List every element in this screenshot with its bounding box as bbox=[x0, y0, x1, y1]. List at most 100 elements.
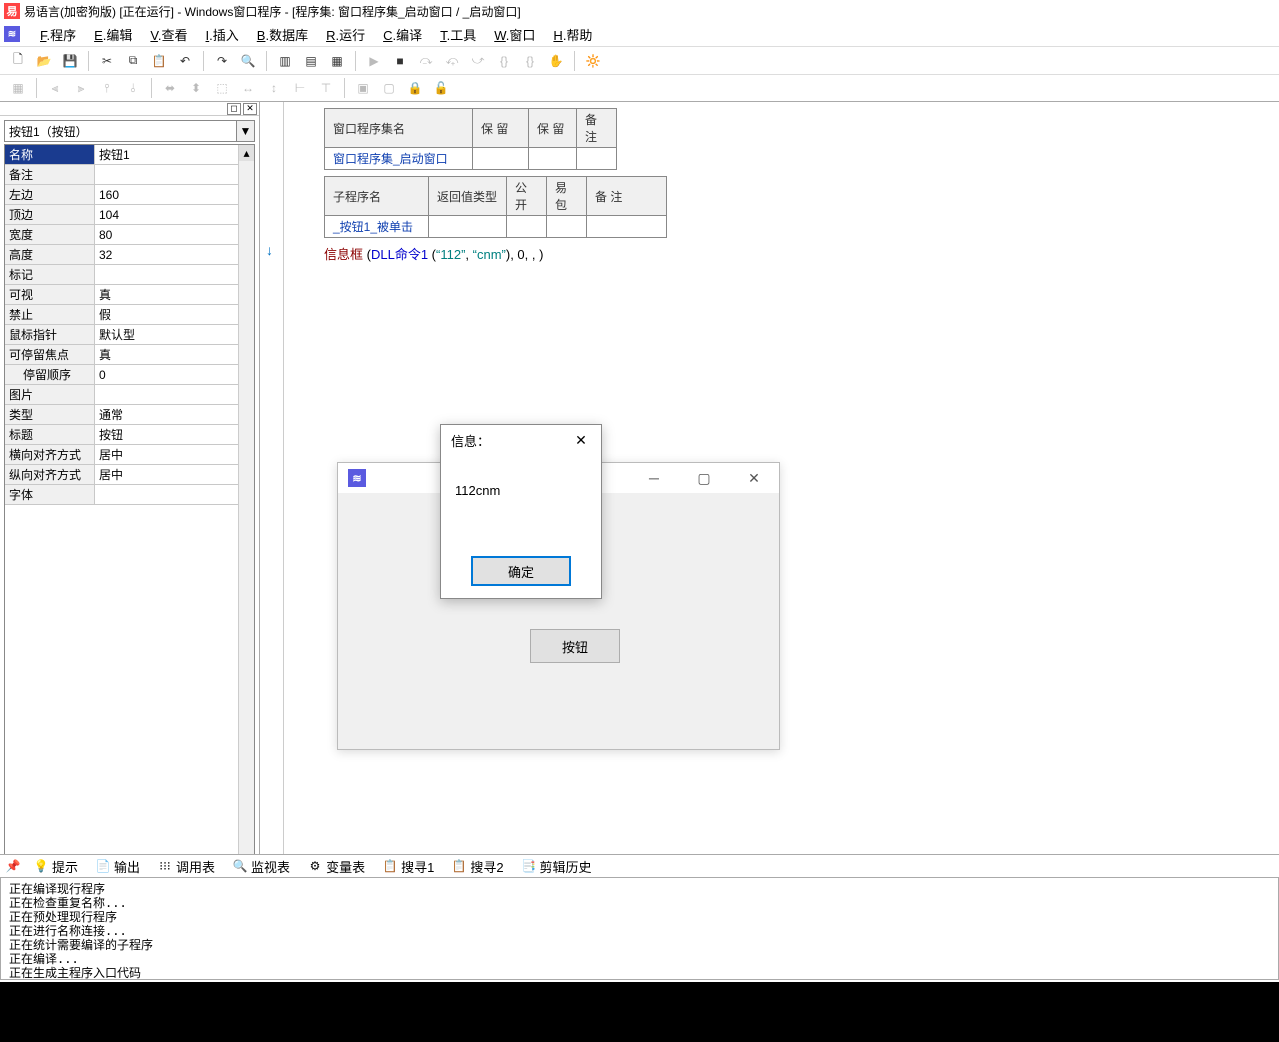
output-log[interactable]: 正在编译现行程序 正在检查重复名称... 正在预处理现行程序 正在进行名称连接.… bbox=[0, 878, 1279, 980]
messagebox-titlebar[interactable]: 信息： ✕ bbox=[441, 425, 601, 455]
copy-icon[interactable]: ⧉ bbox=[121, 50, 145, 72]
property-value[interactable]: 默认型 bbox=[95, 325, 254, 344]
property-value[interactable]: 按钮1 bbox=[95, 145, 254, 164]
td-reserve2[interactable] bbox=[529, 148, 577, 170]
property-value[interactable] bbox=[95, 385, 254, 404]
property-name[interactable]: 可停留焦点 bbox=[5, 345, 95, 364]
property-row[interactable]: 标题按钮 bbox=[5, 425, 254, 445]
dropdown-arrow-icon[interactable]: ▼ bbox=[236, 121, 254, 141]
menu-insert[interactable]: I.插入 bbox=[198, 23, 247, 46]
code-line[interactable]: 信息框 (DLL命令1 (“112”, “cnm”), 0, , ) bbox=[324, 244, 1239, 263]
property-row[interactable]: 鼠标指针默认型 bbox=[5, 325, 254, 345]
hand-icon[interactable]: ✋ bbox=[544, 50, 568, 72]
property-row[interactable]: 左边160 bbox=[5, 185, 254, 205]
property-name[interactable]: 名称 bbox=[5, 145, 95, 164]
property-name[interactable]: 横向对齐方式 bbox=[5, 445, 95, 464]
outtab-find1[interactable]: 📋搜寻1 bbox=[379, 855, 438, 878]
property-value[interactable]: 0 bbox=[95, 365, 254, 384]
menu-run[interactable]: R.运行 bbox=[318, 23, 373, 46]
property-value[interactable] bbox=[95, 485, 254, 504]
app-menu-icon[interactable]: ≋ bbox=[4, 26, 20, 42]
save-icon[interactable]: 💾 bbox=[58, 50, 82, 72]
property-name[interactable]: 类型 bbox=[5, 405, 95, 424]
menu-compile[interactable]: C.编译 bbox=[375, 23, 430, 46]
property-name[interactable]: 字体 bbox=[5, 485, 95, 504]
property-row[interactable]: 高度32 bbox=[5, 245, 254, 265]
property-row[interactable]: 纵向对齐方式居中 bbox=[5, 465, 254, 485]
outtab-hint[interactable]: 💡提示 bbox=[30, 855, 82, 878]
menu-database[interactable]: B.数据库 bbox=[249, 23, 316, 46]
tool-icon[interactable]: 🔆 bbox=[581, 50, 605, 72]
td-remark[interactable] bbox=[577, 148, 617, 170]
property-row[interactable]: 禁止假 bbox=[5, 305, 254, 325]
outtab-vars[interactable]: ⚙变量表 bbox=[304, 855, 369, 878]
property-value[interactable] bbox=[95, 165, 254, 184]
pin-icon[interactable]: 📌 bbox=[6, 859, 20, 873]
outtab-watch[interactable]: 🔍监视表 bbox=[229, 855, 294, 878]
scrollbar[interactable]: ▴ ▾ bbox=[238, 145, 254, 905]
property-name[interactable]: 鼠标指针 bbox=[5, 325, 95, 344]
property-value[interactable]: 居中 bbox=[95, 445, 254, 464]
td-remark2[interactable] bbox=[587, 216, 667, 238]
outtab-output[interactable]: 📄输出 bbox=[92, 855, 144, 878]
maximize-icon[interactable]: ▢ bbox=[689, 466, 719, 490]
property-value[interactable]: 按钮 bbox=[95, 425, 254, 444]
property-row[interactable]: 名称按钮1 bbox=[5, 145, 254, 165]
property-value[interactable]: 真 bbox=[95, 345, 254, 364]
property-name[interactable]: 图片 bbox=[5, 385, 95, 404]
property-grid[interactable]: 名称按钮1备注左边160顶边104宽度80高度32标记可视真禁止假鼠标指针默认型… bbox=[4, 144, 255, 906]
property-value[interactable]: 假 bbox=[95, 305, 254, 324]
property-name[interactable]: 纵向对齐方式 bbox=[5, 465, 95, 484]
property-value[interactable]: 160 bbox=[95, 185, 254, 204]
property-name[interactable]: 高度 bbox=[5, 245, 95, 264]
property-name[interactable]: 左边 bbox=[5, 185, 95, 204]
outtab-clip[interactable]: 📑剪辑历史 bbox=[518, 855, 596, 878]
layout1-icon[interactable]: ▥ bbox=[273, 50, 297, 72]
property-name[interactable]: 可视 bbox=[5, 285, 95, 304]
object-selector[interactable]: 按钮1（按钮） ▼ bbox=[4, 120, 255, 142]
gutter[interactable]: ↓ bbox=[260, 102, 284, 916]
layout2-icon[interactable]: ▤ bbox=[299, 50, 323, 72]
property-row[interactable]: 横向对齐方式居中 bbox=[5, 445, 254, 465]
property-row[interactable]: 图片 bbox=[5, 385, 254, 405]
property-value[interactable]: 80 bbox=[95, 225, 254, 244]
close-panel-icon[interactable]: ✕ bbox=[243, 103, 257, 115]
menu-view[interactable]: V.查看 bbox=[142, 23, 195, 46]
outtab-find2[interactable]: 📋搜寻2 bbox=[448, 855, 507, 878]
undo-icon[interactable]: ↶ bbox=[173, 50, 197, 72]
new-icon[interactable]: 🗋 bbox=[6, 50, 30, 72]
td-reserve1[interactable] bbox=[473, 148, 529, 170]
layout3-icon[interactable]: ▦ bbox=[325, 50, 349, 72]
property-value[interactable]: 真 bbox=[95, 285, 254, 304]
property-row[interactable]: 备注 bbox=[5, 165, 254, 185]
property-name[interactable]: 标题 bbox=[5, 425, 95, 444]
menu-tools[interactable]: T.工具 bbox=[432, 23, 484, 46]
stop-icon[interactable]: ■ bbox=[388, 50, 412, 72]
property-value[interactable]: 32 bbox=[95, 245, 254, 264]
redo-icon[interactable]: ↷ bbox=[210, 50, 234, 72]
paste-icon[interactable]: 📋 bbox=[147, 50, 171, 72]
menu-program[interactable]: F.程序 bbox=[32, 23, 84, 46]
property-row[interactable]: 停留顺序0 bbox=[5, 365, 254, 385]
minimize-icon[interactable]: ─ bbox=[639, 466, 669, 490]
property-value[interactable] bbox=[95, 265, 254, 284]
td-rettype[interactable] bbox=[429, 216, 507, 238]
property-name[interactable]: 宽度 bbox=[5, 225, 95, 244]
property-row[interactable]: 可停留焦点真 bbox=[5, 345, 254, 365]
close-icon[interactable]: ✕ bbox=[571, 430, 591, 450]
close-icon[interactable]: ✕ bbox=[739, 466, 769, 490]
menu-window[interactable]: W.窗口 bbox=[486, 23, 543, 46]
property-row[interactable]: 顶边104 bbox=[5, 205, 254, 225]
property-name[interactable]: 顶边 bbox=[5, 205, 95, 224]
open-icon[interactable]: 📂 bbox=[32, 50, 56, 72]
property-value[interactable]: 通常 bbox=[95, 405, 254, 424]
scroll-up-icon[interactable]: ▴ bbox=[239, 145, 254, 161]
td-public[interactable] bbox=[507, 216, 547, 238]
menu-edit[interactable]: E.编辑 bbox=[86, 23, 140, 46]
outtab-calltable[interactable]: ⁝⁝⁝调用表 bbox=[154, 855, 219, 878]
run-icon[interactable]: ▶ bbox=[362, 50, 386, 72]
td-procset-name[interactable]: 窗口程序集_启动窗口 bbox=[325, 148, 473, 170]
dock-icon[interactable]: ◻ bbox=[227, 103, 241, 115]
ok-button[interactable]: 确定 bbox=[471, 556, 571, 586]
property-name[interactable]: 备注 bbox=[5, 165, 95, 184]
